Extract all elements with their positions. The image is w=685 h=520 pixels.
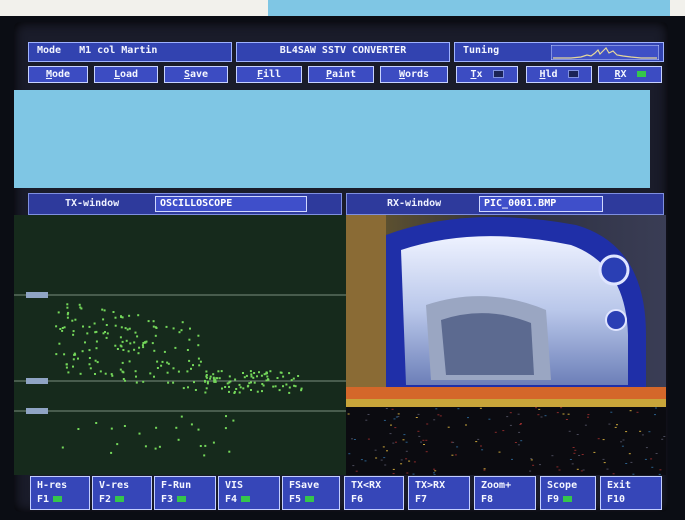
menu-rx-button[interactable]: RX: [598, 66, 662, 83]
app-title: BL4SAW SSTV CONVERTER: [236, 42, 450, 62]
menu-words-button[interactable]: Words: [380, 66, 448, 83]
rx-image-panel: [346, 215, 666, 475]
oscilloscope-panel: [14, 215, 346, 475]
menu-paint-button[interactable]: Paint: [308, 66, 374, 83]
app-title-text: BL4SAW SSTV CONVERTER: [279, 45, 407, 56]
menu-load-button[interactable]: Load: [94, 66, 158, 83]
vres-indicator-icon: [115, 496, 125, 502]
menu-save-button[interactable]: Save: [164, 66, 228, 83]
fkey-tx-to-rx-button[interactable]: TX>RX F7: [408, 476, 470, 510]
scope-indicator-icon: [563, 496, 573, 502]
menu-fill-button[interactable]: Fill: [236, 66, 302, 83]
tx-window-header: TX-window OSCILLOSCOPE: [28, 193, 342, 215]
paper-strip-right: [670, 0, 685, 16]
mode-label: Mode: [37, 45, 62, 56]
fkey-zoom-button[interactable]: Zoom+ F8: [474, 476, 536, 510]
text-overlay-area: [14, 90, 650, 188]
menu-tx-button[interactable]: Tx: [456, 66, 518, 83]
tx-indicator-icon: [492, 70, 504, 78]
fkey-frun-button[interactable]: F-Run F3: [154, 476, 216, 510]
frun-indicator-icon: [177, 496, 187, 502]
fkey-exit-button[interactable]: Exit F10: [600, 476, 662, 510]
level-marker-mid: [26, 378, 48, 384]
rx-window-label: RX-window: [387, 198, 442, 209]
paper-strip-tab: [268, 0, 670, 16]
tuning-display: Tuning: [454, 42, 664, 62]
menu-mode-button[interactable]: Mode: [28, 66, 88, 83]
tuning-spectrum: [551, 45, 659, 60]
oscilloscope-trace: [14, 292, 346, 457]
mode-value: M1 col Martin: [79, 45, 158, 56]
fsave-indicator-icon: [305, 496, 315, 502]
hold-indicator-icon: [567, 70, 579, 78]
tx-window-label: TX-window: [65, 198, 120, 209]
menu-hld-button[interactable]: Hld: [526, 66, 592, 83]
paper-strip-left: [0, 0, 268, 16]
fkey-fsave-button[interactable]: FSave F5: [282, 476, 340, 510]
vis-indicator-icon: [241, 496, 251, 502]
fkey-hres-button[interactable]: H-res F1: [30, 476, 90, 510]
level-marker-high: [26, 292, 48, 298]
fkey-vis-button[interactable]: VIS F4: [218, 476, 280, 510]
hres-indicator-icon: [53, 496, 63, 502]
fkey-tx-from-rx-button[interactable]: TX<RX F6: [344, 476, 404, 510]
fkey-vres-button[interactable]: V-res F2: [92, 476, 152, 510]
tuning-label: Tuning: [463, 45, 500, 56]
tx-window-source[interactable]: OSCILLOSCOPE: [155, 196, 307, 212]
mode-display[interactable]: Mode M1 col Martin: [28, 42, 232, 62]
fkey-scope-button[interactable]: Scope F9: [540, 476, 596, 510]
rx-window-file[interactable]: PIC_0001.BMP: [479, 196, 603, 212]
received-image: [346, 215, 666, 475]
level-marker-low: [26, 408, 48, 414]
rx-window-header: RX-window PIC_0001.BMP: [346, 193, 664, 215]
rx-indicator-icon: [636, 71, 646, 77]
